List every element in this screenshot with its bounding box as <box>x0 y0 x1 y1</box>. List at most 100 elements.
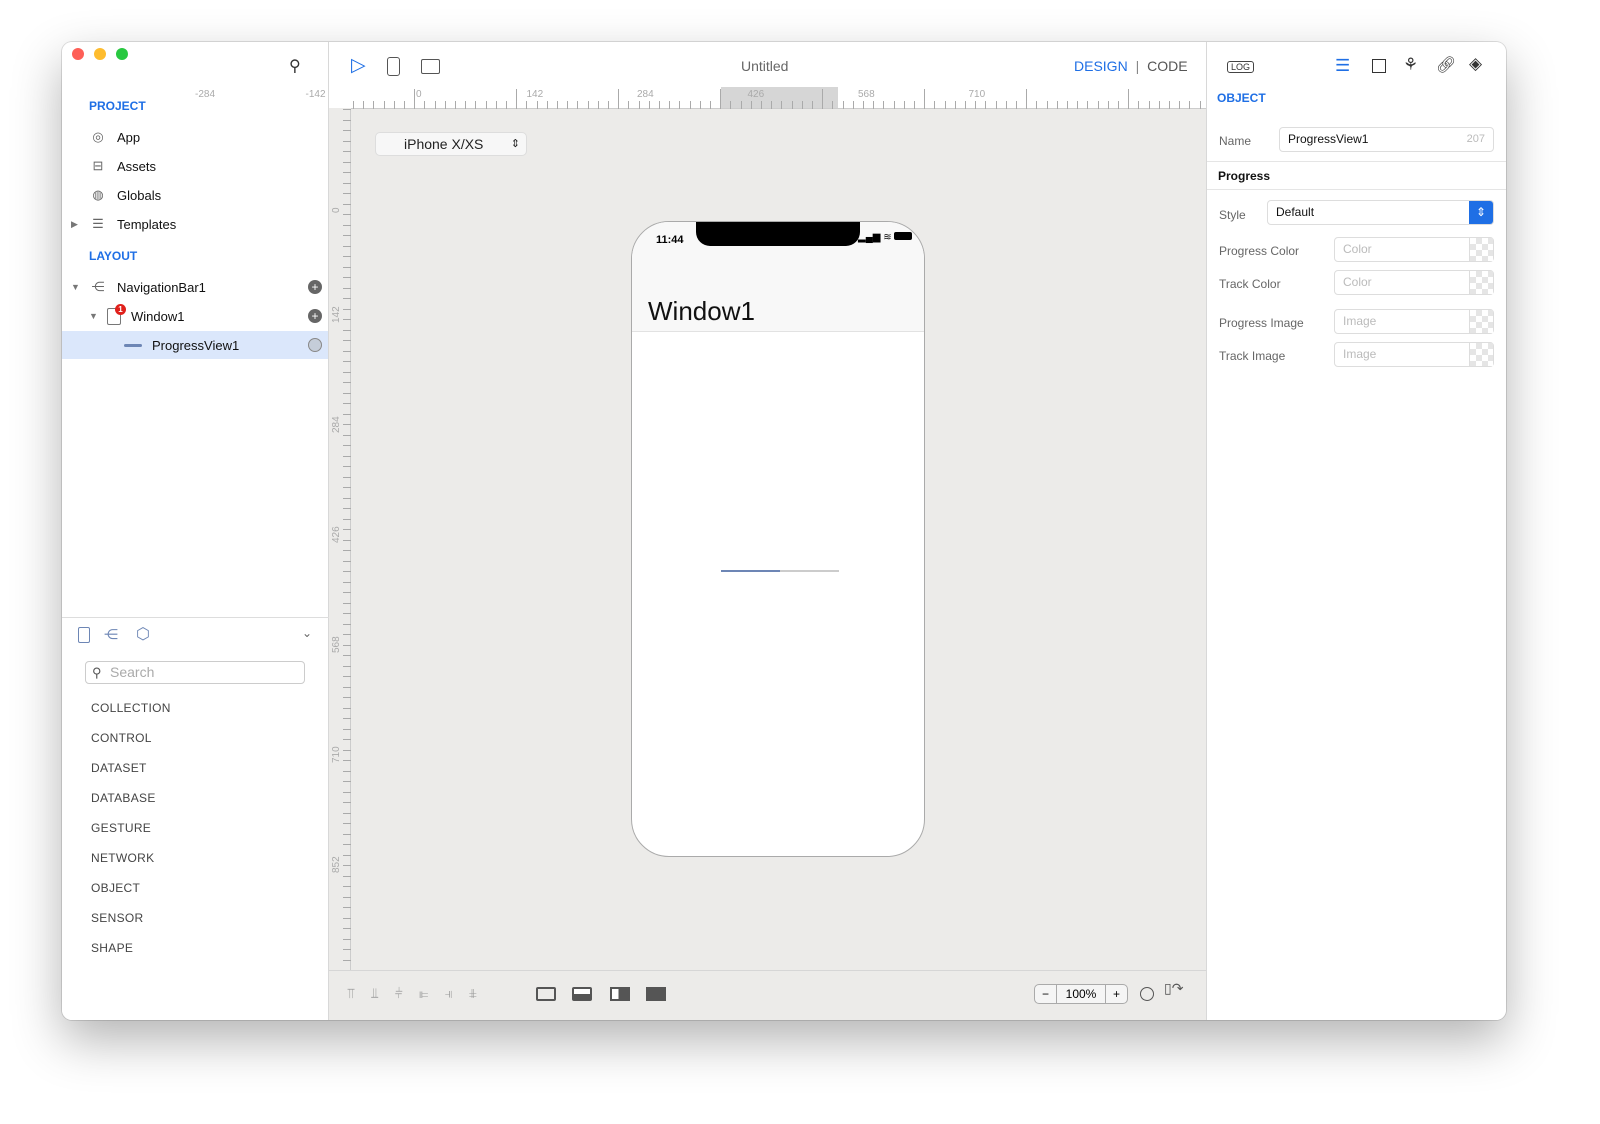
zoom-out-button[interactable]: − <box>1035 985 1057 1003</box>
group-icon[interactable] <box>572 987 592 1001</box>
style-value: Default <box>1276 205 1315 219</box>
theme-icon[interactable]: ⚘ <box>1403 55 1418 75</box>
divider <box>329 970 1206 971</box>
log-button[interactable]: LOG <box>1227 61 1255 73</box>
category-object[interactable]: OBJECT <box>91 881 140 895</box>
disclosure-triangle-icon[interactable]: ▼ <box>71 282 83 292</box>
zoom-in-button[interactable]: + <box>1105 985 1127 1003</box>
align-left-icon[interactable]: ⊫ <box>419 985 445 1001</box>
name-field[interactable]: ProgressView1 207 <box>1279 127 1494 152</box>
align-top-icon[interactable]: ⫪ <box>347 985 371 1001</box>
item-label: Window1 <box>131 308 185 324</box>
event-icon[interactable]: ◈ <box>1469 54 1482 74</box>
placeholder: Image <box>1343 347 1377 361</box>
add-icon[interactable]: + <box>308 280 322 294</box>
ruler-tick <box>1036 101 1038 109</box>
sidebar-item-templates[interactable]: ▶ ☰ Templates <box>62 210 328 238</box>
calendar-icon[interactable] <box>421 59 440 74</box>
selected-indicator-icon[interactable] <box>308 338 322 352</box>
category-gesture[interactable]: GESTURE <box>91 821 151 835</box>
search-icon[interactable]: ⚲ <box>289 56 301 76</box>
add-icon[interactable]: + <box>308 309 322 323</box>
track-image-label: Track Image <box>1219 349 1286 363</box>
align-bottom-icon[interactable]: ⫫ <box>371 985 395 1001</box>
circle-icon[interactable] <box>1140 987 1154 1001</box>
ruler-tick <box>781 101 783 109</box>
progress-image-field[interactable]: Image <box>1334 309 1494 334</box>
align-vcenter-icon[interactable]: ⫩ <box>395 985 419 1001</box>
category-network[interactable]: NETWORK <box>91 851 154 865</box>
briefcase-icon: ⊟ <box>92 158 104 173</box>
code-tab[interactable]: CODE <box>1147 58 1187 74</box>
style-select[interactable]: Default ⇕ <box>1267 200 1494 225</box>
image-swatch[interactable] <box>1469 310 1493 333</box>
progress-color-field[interactable]: Color <box>1334 237 1494 262</box>
ruler-tick <box>373 101 375 109</box>
zoom-level[interactable]: 100% <box>1057 985 1105 1003</box>
chevron-down-icon[interactable]: ⌄ <box>302 626 312 640</box>
category-dataset[interactable]: DATASET <box>91 761 147 775</box>
disclosure-triangle-icon[interactable]: ▶ <box>71 219 83 230</box>
design-tab[interactable]: DESIGN <box>1074 58 1128 74</box>
ruler-tick <box>1158 101 1160 109</box>
rotate-icon[interactable]: ▯↷ <box>1164 980 1183 997</box>
category-sensor[interactable]: SENSOR <box>91 911 143 925</box>
device-select[interactable]: iPhone X/XS ⇕ <box>375 132 527 156</box>
track-image-field[interactable]: Image <box>1334 342 1494 367</box>
category-collection[interactable]: COLLECTION <box>91 701 171 715</box>
image-swatch[interactable] <box>1469 343 1493 366</box>
navigation-library-icon[interactable]: ⋲ <box>104 626 118 643</box>
layout-item-navigationbar1[interactable]: ▼ ⋲ NavigationBar1 + <box>62 273 328 301</box>
align-right-icon[interactable]: ⫣ <box>444 985 468 1001</box>
ruler-tick <box>343 812 351 814</box>
sidebar-item-assets[interactable]: ⊟ Assets <box>62 152 328 180</box>
track-color-field[interactable]: Color <box>1334 270 1494 295</box>
window-library-icon[interactable] <box>78 627 90 643</box>
layout-item-window1[interactable]: ▼ 1 Window1 + <box>62 302 328 330</box>
ruler-tick <box>1138 101 1140 109</box>
item-label: NavigationBar1 <box>117 279 206 295</box>
ruler-label: 710 <box>331 746 342 763</box>
ruler-tick <box>812 101 813 109</box>
ruler-label: 284 <box>331 416 342 433</box>
ruler-tick <box>343 455 351 457</box>
ruler-tick <box>516 89 518 109</box>
bring-to-front-icon[interactable] <box>646 987 666 1001</box>
ruler-tick <box>343 749 351 751</box>
ruler-tick <box>393 101 395 109</box>
color-swatch[interactable] <box>1469 271 1493 294</box>
align-hcenter-icon[interactable]: ⋕ <box>469 985 493 1001</box>
list-icon[interactable]: ☰ <box>1335 56 1350 76</box>
disclosure-triangle-icon[interactable]: ▼ <box>89 311 101 321</box>
search-input[interactable]: ⚲ Search <box>85 661 305 684</box>
progress-view[interactable] <box>721 570 839 572</box>
bring-forward-icon[interactable] <box>610 987 630 1001</box>
minimize-button[interactable] <box>94 48 106 60</box>
ruler-tick <box>832 101 834 109</box>
device-icon[interactable] <box>387 57 400 76</box>
layout-item-progressview1[interactable]: ProgressView1 <box>62 331 328 359</box>
progress-image-label: Progress Image <box>1219 316 1304 330</box>
zoom-button[interactable] <box>116 48 128 60</box>
ruler-tick <box>343 476 351 478</box>
updown-chevron-icon: ⇕ <box>1469 201 1493 224</box>
send-backward-icon[interactable] <box>536 987 556 1001</box>
play-icon[interactable]: ▷ <box>351 54 366 77</box>
link-icon[interactable]: 🔗︎ <box>1436 55 1456 75</box>
category-control[interactable]: CONTROL <box>91 731 152 745</box>
sidebar-item-globals[interactable]: ◍ Globals <box>62 181 328 209</box>
project-header: PROJECT <box>89 99 146 113</box>
color-swatch[interactable] <box>1469 238 1493 261</box>
progress-view-icon <box>124 343 142 347</box>
sidebar-item-app[interactable]: ◎ App <box>62 123 328 151</box>
ruler-tick <box>1199 101 1201 109</box>
ruler-tick <box>343 172 351 173</box>
cube-icon[interactable]: ⬡ <box>136 624 150 644</box>
close-button[interactable] <box>72 48 84 60</box>
category-shape[interactable]: SHAPE <box>91 941 133 955</box>
ruler-tick <box>343 539 351 541</box>
frame-icon[interactable] <box>1372 59 1386 73</box>
ruler-tick <box>1107 101 1109 109</box>
category-database[interactable]: DATABASE <box>91 791 156 805</box>
alignment-tools: ⫪⫫⫩⊫⫣⋕ <box>347 985 493 1002</box>
